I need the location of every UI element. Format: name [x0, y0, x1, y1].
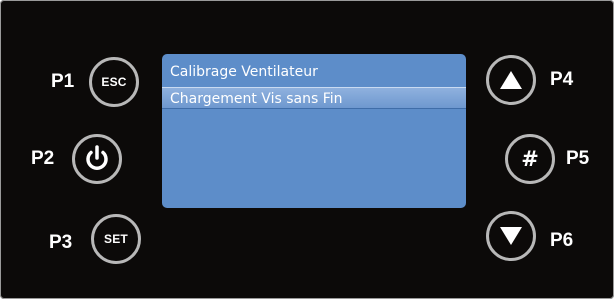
triangle-down-icon [500, 227, 522, 245]
esc-button-label: ESC [101, 75, 127, 89]
label-p6: P6 [550, 230, 574, 251]
label-p1: P1 [51, 71, 75, 92]
label-p3: P3 [49, 232, 73, 253]
label-p4: P4 [550, 69, 574, 90]
label-p5: P5 [566, 148, 590, 169]
esc-button[interactable]: ESC [89, 57, 139, 107]
triangle-up-icon [500, 71, 522, 89]
down-button[interactable] [486, 211, 536, 261]
up-button[interactable] [486, 55, 536, 105]
menu-item-calibrage[interactable]: Calibrage Ventilateur [162, 61, 466, 83]
set-button[interactable]: SET [91, 214, 141, 264]
power-icon [86, 145, 108, 170]
control-panel: P1 ESC P2 P3 SET Calibrage Ventilateur C… [0, 0, 614, 299]
label-p2: P2 [31, 148, 55, 169]
lcd-screen: Calibrage Ventilateur Chargement Vis san… [162, 54, 466, 208]
hash-button-label: # [521, 147, 539, 171]
set-button-label: SET [104, 232, 128, 246]
power-button[interactable] [72, 134, 122, 184]
hash-button[interactable]: # [505, 134, 555, 184]
menu-item-chargement-selected[interactable]: Chargement Vis sans Fin [162, 87, 466, 109]
